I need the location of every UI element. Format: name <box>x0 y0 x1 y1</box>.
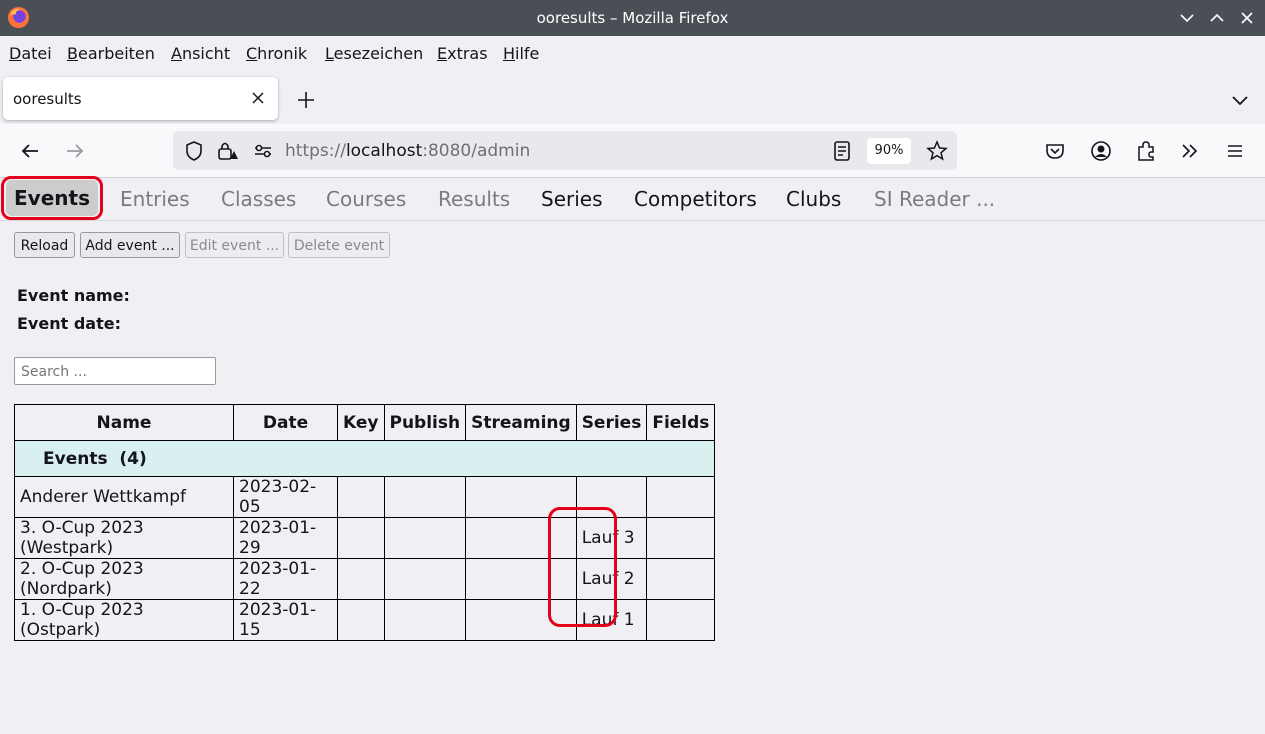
cell-name: 1. O-Cup 2023 (Ostpark) <box>14 599 234 641</box>
menu-bearbeiten[interactable]: Bearbeiten <box>67 44 155 63</box>
bookmark-star-icon[interactable] <box>925 139 949 163</box>
back-arrow-icon[interactable] <box>18 139 42 163</box>
cell-name: 2. O-Cup 2023 (Nordpark) <box>14 558 234 600</box>
cell-publish <box>383 558 467 600</box>
maximize-icon[interactable] <box>1207 8 1227 28</box>
menu-datei[interactable]: Datei <box>9 44 52 63</box>
cell-key <box>337 517 385 559</box>
cell-date: 2023-02-05 <box>233 476 338 518</box>
tab-si-reader[interactable]: SI Reader ... <box>874 187 995 211</box>
delete-event-button[interactable]: Delete event <box>288 232 390 258</box>
cell-date: 2023-01-29 <box>233 517 338 559</box>
browser-tab-label: ooresults <box>13 90 82 108</box>
tab-strip: ooresults <box>0 74 1265 124</box>
browser-tab[interactable]: ooresults <box>3 77 278 120</box>
permissions-icon[interactable] <box>251 139 275 163</box>
url-host: localhost <box>345 141 423 161</box>
tab-results[interactable]: Results <box>438 187 510 211</box>
cell-date: 2023-01-22 <box>233 558 338 600</box>
tab-courses[interactable]: Courses <box>326 187 406 211</box>
col-streaming-header[interactable]: Streaming <box>465 404 577 441</box>
reload-button[interactable]: Reload <box>14 232 75 258</box>
hamburger-menu-icon[interactable] <box>1223 139 1247 163</box>
col-fields-header[interactable]: Fields <box>646 404 716 441</box>
close-tab-icon[interactable] <box>249 89 267 107</box>
lock-warning-icon[interactable] <box>215 139 239 163</box>
col-key-header[interactable]: Key <box>337 404 385 441</box>
highlight-series-column <box>548 507 617 627</box>
extensions-icon[interactable] <box>1134 139 1158 163</box>
account-icon[interactable] <box>1089 139 1113 163</box>
menu-bar: Datei Bearbeiten Ansicht Chronik Lesezei… <box>0 36 1265 74</box>
cell-publish <box>383 476 467 518</box>
cell-fields <box>646 476 716 518</box>
app-tab-bar <box>0 178 1265 221</box>
window-titlebar: ooresults – Mozilla Firefox <box>0 0 1265 36</box>
search-input[interactable] <box>19 359 213 385</box>
cell-name: Anderer Wettkampf <box>14 476 234 518</box>
event-name-label: Event name: <box>17 286 130 305</box>
col-date-header[interactable]: Date <box>233 404 338 441</box>
menu-chronik[interactable]: Chronik <box>246 44 307 63</box>
cell-publish <box>383 517 467 559</box>
cell-key <box>337 476 385 518</box>
tab-series[interactable]: Series <box>541 187 603 211</box>
forward-arrow-icon[interactable] <box>63 139 87 163</box>
tab-entries[interactable]: Entries <box>120 187 190 211</box>
url-scheme: https:// <box>285 141 346 161</box>
tab-competitors[interactable]: Competitors <box>634 187 757 211</box>
group-row[interactable]: Events (4) <box>13 440 716 477</box>
new-tab-icon[interactable] <box>294 88 318 112</box>
cell-fields <box>646 517 716 559</box>
menu-hilfe[interactable]: Hilfe <box>503 44 539 63</box>
menu-extras[interactable]: Extras <box>437 44 488 63</box>
col-publish-header[interactable]: Publish <box>383 404 467 441</box>
zoom-level[interactable]: 90% <box>867 138 911 164</box>
menu-lesezeichen[interactable]: Lesezeichen <box>325 44 423 63</box>
list-tabs-icon[interactable] <box>1228 88 1252 112</box>
overflow-chevron-icon[interactable] <box>1178 139 1202 163</box>
close-window-icon[interactable] <box>1237 8 1257 28</box>
window-title: ooresults – Mozilla Firefox <box>536 9 729 27</box>
col-name-header[interactable]: Name <box>14 404 234 441</box>
event-date-label: Event date: <box>17 314 121 333</box>
add-event-button[interactable]: Add event ... <box>80 232 180 258</box>
tab-clubs[interactable]: Clubs <box>786 187 841 211</box>
cell-key <box>337 558 385 600</box>
group-label: Events (4) <box>13 440 716 477</box>
url-path: :8080/admin <box>422 141 531 161</box>
edit-event-button[interactable]: Edit event ... <box>185 232 284 258</box>
tab-classes[interactable]: Classes <box>221 187 296 211</box>
cell-publish <box>383 599 467 641</box>
shield-icon[interactable] <box>182 139 206 163</box>
cell-key <box>337 599 385 641</box>
highlight-events-tab <box>1 176 103 220</box>
cell-name: 3. O-Cup 2023 (Westpark) <box>14 517 234 559</box>
cell-fields <box>646 558 716 600</box>
cell-fields <box>646 599 716 641</box>
cell-date: 2023-01-15 <box>233 599 338 641</box>
search-field[interactable] <box>14 357 216 385</box>
table-header-row: Name Date Key Publish Streaming Series F… <box>14 404 716 441</box>
reader-view-icon[interactable] <box>830 139 854 163</box>
col-series-header[interactable]: Series <box>575 404 648 441</box>
pocket-icon[interactable] <box>1043 139 1067 163</box>
minimize-icon[interactable] <box>1177 8 1197 28</box>
url-text[interactable]: https://localhost:8080/admin <box>285 141 530 161</box>
menu-ansicht[interactable]: Ansicht <box>171 44 230 63</box>
